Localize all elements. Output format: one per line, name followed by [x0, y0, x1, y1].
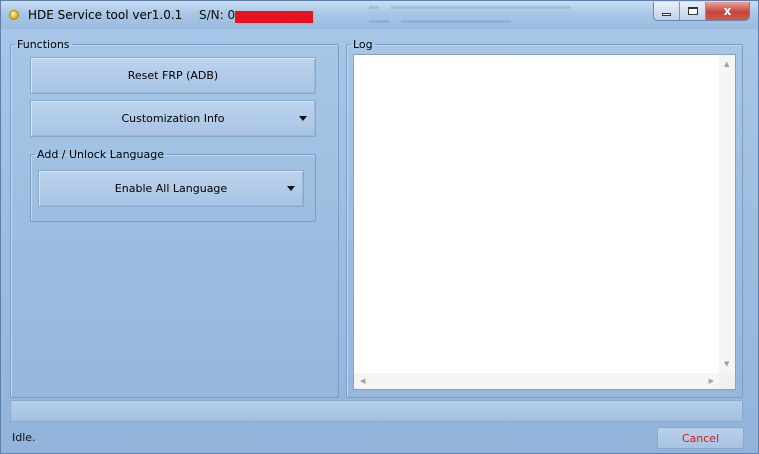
log-legend: Log — [353, 38, 373, 51]
app-icon — [9, 10, 19, 20]
serial-value-redacted: XXXXXXXXXX — [235, 10, 313, 23]
functions-legend: Functions — [17, 38, 70, 51]
cancel-button[interactable]: Cancel — [657, 427, 744, 449]
minimize-button[interactable] — [654, 2, 680, 20]
customization-info-label: Customization Info — [121, 112, 225, 125]
window-title: HDE Service tool ver1.0.1 — [28, 8, 183, 22]
serial-label: S/N: 0 — [199, 8, 236, 22]
chevron-down-icon — [287, 186, 295, 191]
reset-frp-button[interactable]: Reset FRP (ADB) — [30, 57, 316, 94]
title-bar[interactable]: HDE Service tool ver1.0.1 S/N: 0XXXXXXXX… — [1, 1, 758, 29]
status-text: Idle. — [12, 431, 36, 444]
language-select[interactable]: Enable All Language — [38, 170, 304, 207]
scroll-left-icon[interactable]: ◀ — [360, 377, 365, 385]
close-icon: x — [723, 4, 732, 18]
close-button[interactable]: x — [706, 2, 749, 20]
maximize-icon — [687, 7, 698, 15]
scroll-right-icon[interactable]: ▶ — [709, 377, 714, 385]
background-window-ghost — [361, 1, 621, 27]
language-selected-value: Enable All Language — [114, 182, 228, 195]
maximize-button[interactable] — [680, 2, 706, 20]
log-vertical-scrollbar[interactable]: ▲ ▼ — [719, 55, 735, 373]
window-controls: x — [653, 2, 750, 21]
progress-bar — [10, 400, 743, 422]
scroll-up-icon[interactable]: ▲ — [724, 60, 729, 68]
scroll-down-icon[interactable]: ▼ — [724, 360, 729, 368]
reset-frp-label: Reset FRP (ADB) — [127, 69, 219, 82]
minimize-icon — [662, 12, 671, 16]
serial-number: S/N: 0XXXXXXXXXX — [199, 8, 313, 23]
customization-info-dropdown[interactable]: Customization Info — [30, 100, 316, 137]
log-textarea[interactable]: ▲ ▼ ◀ ▶ — [353, 54, 736, 390]
log-horizontal-scrollbar[interactable]: ◀ ▶ — [354, 373, 720, 389]
scrollbar-corner — [719, 373, 735, 389]
language-legend: Add / Unlock Language — [37, 148, 165, 161]
chevron-down-icon — [299, 116, 307, 121]
app-window: HDE Service tool ver1.0.1 S/N: 0XXXXXXXX… — [0, 0, 759, 454]
cancel-label: Cancel — [681, 431, 720, 445]
